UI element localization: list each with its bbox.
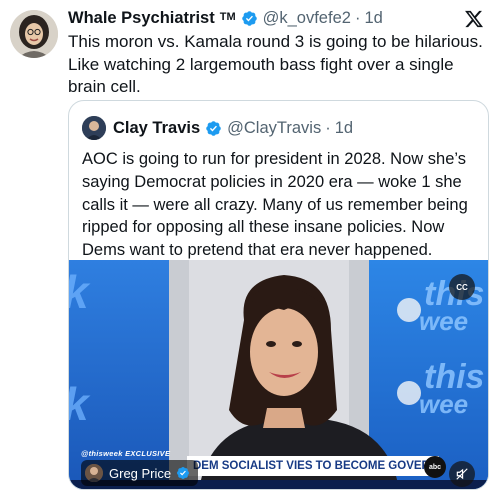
author-name-badge: TM — [219, 11, 236, 23]
svg-text:k: k — [69, 378, 91, 430]
credit-avatar-image — [85, 464, 103, 482]
exclusive-label: @thisweek EXCLUSIVE — [81, 449, 171, 458]
quoted-tweet-header: Clay Travis @ClayTravis · 1d — [82, 116, 353, 140]
verified-badge-icon — [206, 120, 221, 136]
quoted-author-name[interactable]: Clay Travis — [113, 119, 200, 138]
author-avatar-image — [10, 10, 58, 58]
quoted-tweet-text: AOC is going to run for president in 202… — [82, 150, 468, 260]
closed-captions-icon[interactable]: CC — [449, 274, 475, 300]
tweet-header: Whale Psychiatrist TM @k_ovfefe2 · 1d — [68, 7, 383, 29]
verified-badge-icon — [177, 467, 190, 479]
tweet-text: This moron vs. Kamala round 3 is going t… — [68, 32, 483, 96]
svg-text:k: k — [69, 266, 91, 318]
credit-avatar — [85, 464, 103, 482]
separator-dot: · — [354, 8, 361, 27]
quoted-author-handle[interactable]: @ClayTravis — [227, 119, 321, 138]
author-handle[interactable]: @k_ovfefe2 — [263, 9, 351, 28]
x-logo-icon[interactable] — [464, 9, 484, 29]
separator-dot: · — [325, 118, 331, 137]
mute-button[interactable] — [449, 461, 475, 487]
mute-icon — [456, 468, 468, 480]
quoted-tweet-timestamp[interactable]: 1d — [335, 119, 353, 138]
verified-badge-icon — [241, 10, 257, 26]
quoted-tweet-card[interactable]: Clay Travis @ClayTravis · 1d AOC is goin… — [68, 100, 489, 490]
video-credit[interactable]: Greg Price — [81, 460, 199, 486]
author-avatar[interactable] — [10, 10, 58, 58]
news-chyron: DEM SOCIALIST VIES TO BECOME GOVERNOR — [187, 456, 439, 476]
author-name[interactable]: Whale Psychiatrist — [68, 9, 215, 28]
svg-text:wee: wee — [419, 306, 468, 336]
svg-text:wee: wee — [419, 389, 468, 419]
chyron-text: DEM SOCIALIST VIES TO BECOME GOVERNOR — [193, 460, 439, 472]
tweet-timestamp[interactable]: 1d — [364, 9, 382, 28]
video-player[interactable]: k k this wee this wee CC @thisweek EXCLU… — [69, 260, 488, 489]
quoted-author-avatar-image — [82, 116, 106, 140]
quoted-author-avatar[interactable] — [82, 116, 106, 140]
network-logo: abc — [424, 456, 446, 478]
credit-name: Greg Price — [109, 465, 172, 481]
